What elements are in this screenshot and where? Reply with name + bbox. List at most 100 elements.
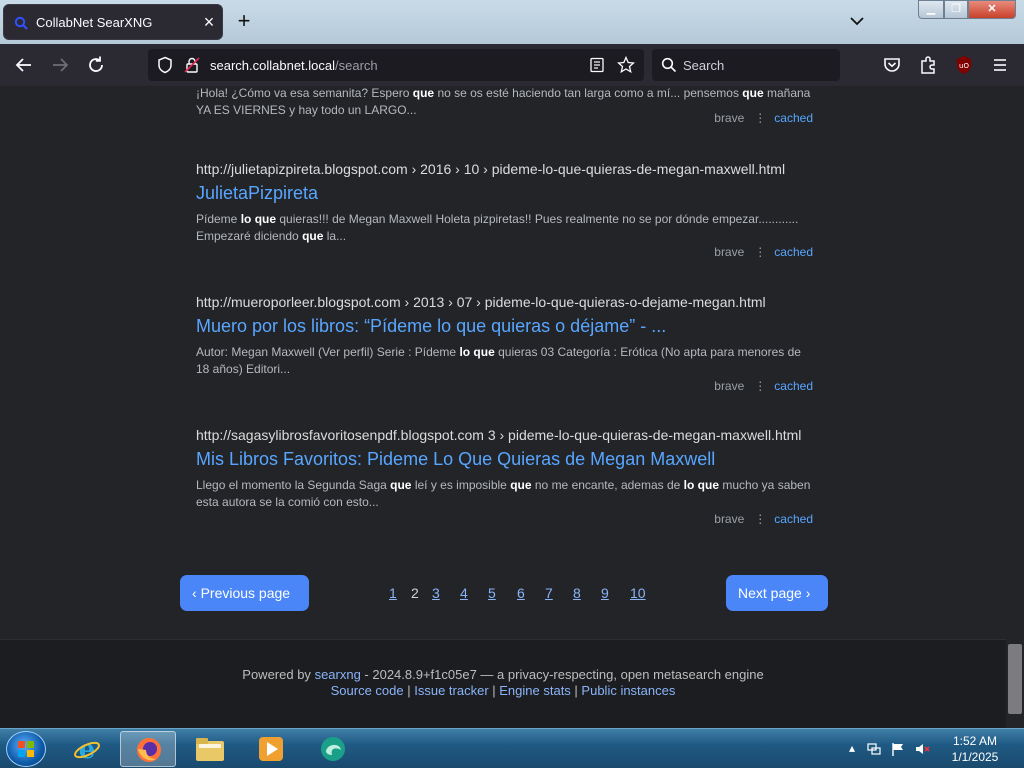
tab-title: CollabNet SearXNG bbox=[36, 15, 153, 30]
chevron-left-icon: ‹ bbox=[192, 585, 201, 601]
screen: CollabNet SearXNG × + ▁ ❐ ✕ search.colla… bbox=[0, 0, 1024, 768]
engine-stats-link[interactable]: Engine stats bbox=[499, 683, 571, 698]
address-bar[interactable]: search.collabnet.local/search bbox=[148, 49, 644, 81]
svg-text:e: e bbox=[79, 735, 96, 764]
page-scrollbar[interactable] bbox=[1006, 86, 1024, 728]
window-controls: ▁ ❐ ✕ bbox=[918, 0, 1018, 20]
issue-tracker-link[interactable]: Issue tracker bbox=[414, 683, 488, 698]
close-window-icon[interactable]: ✕ bbox=[968, 0, 1016, 19]
result-title-link[interactable]: Mis Libros Favoritos: Pideme Lo Que Quie… bbox=[196, 449, 816, 470]
more-icon[interactable]: ⋮ bbox=[754, 512, 766, 526]
search-bar[interactable]: Search bbox=[652, 49, 840, 81]
taskbar-file-explorer[interactable] bbox=[182, 731, 238, 767]
searxng-logo-icon bbox=[14, 16, 28, 30]
navigation-toolbar: search.collabnet.local/search Search uO bbox=[0, 44, 1024, 86]
url-text: search.collabnet.local/search bbox=[210, 58, 378, 73]
page-footer: Powered by searxng - 2024.8.9+f1c05e7 — … bbox=[0, 639, 1006, 728]
previous-page-button[interactable]: ‹ Previous page bbox=[180, 575, 309, 611]
page-link-8[interactable]: 8 bbox=[573, 585, 581, 601]
taskbar-app[interactable] bbox=[306, 731, 362, 767]
reader-view-icon[interactable] bbox=[589, 57, 605, 73]
extensions-icon[interactable] bbox=[916, 53, 940, 77]
search-result: ¡Hola! ¿Cómo va esa semanita? Espero que… bbox=[196, 86, 816, 125]
windows-taskbar: e ▴ 1:52 AM 1/1/2025 bbox=[0, 728, 1024, 768]
show-hidden-icons[interactable]: ▴ bbox=[844, 741, 860, 757]
ublock-origin-icon[interactable]: uO bbox=[952, 53, 976, 77]
cached-link[interactable]: cached bbox=[774, 111, 813, 125]
result-engine: brave bbox=[714, 512, 745, 526]
search-result: http://sagasylibrosfavoritosenpdf.blogsp… bbox=[196, 427, 816, 526]
result-url[interactable]: http://mueroporleer.blogspot.com › 2013 … bbox=[196, 294, 816, 310]
browser-tab[interactable]: CollabNet SearXNG × bbox=[3, 4, 223, 40]
result-snippet: Llego el momento la Segunda Saga que leí… bbox=[196, 478, 811, 509]
minimize-icon[interactable]: ▁ bbox=[918, 0, 944, 19]
shield-icon[interactable] bbox=[156, 56, 174, 74]
forward-icon[interactable] bbox=[48, 53, 72, 77]
result-snippet: Pídeme lo que quieras!!! de Megan Maxwel… bbox=[196, 212, 799, 243]
page-link-4[interactable]: 4 bbox=[460, 585, 468, 601]
pocket-icon[interactable] bbox=[880, 53, 904, 77]
page-link-1[interactable]: 1 bbox=[389, 585, 397, 601]
page-link-9[interactable]: 9 bbox=[601, 585, 609, 601]
reload-icon[interactable] bbox=[84, 53, 108, 77]
result-meta: brave ⋮ cached bbox=[714, 111, 813, 125]
footer-line-1: Powered by searxng - 2024.8.9+f1c05e7 — … bbox=[242, 667, 764, 682]
edge-style-icon bbox=[321, 737, 345, 761]
public-instances-link[interactable]: Public instances bbox=[581, 683, 675, 698]
result-engine: brave bbox=[714, 379, 745, 393]
tab-close-icon[interactable]: × bbox=[200, 12, 218, 32]
page-link-10[interactable]: 10 bbox=[630, 585, 646, 601]
search-result: http://julietapizpireta.blogspot.com › 2… bbox=[196, 161, 816, 259]
result-url[interactable]: http://sagasylibrosfavoritosenpdf.blogsp… bbox=[196, 427, 816, 443]
taskbar-firefox[interactable] bbox=[120, 731, 176, 767]
page-link-5[interactable]: 5 bbox=[488, 585, 496, 601]
result-title-link[interactable]: JulietaPizpireta bbox=[196, 183, 816, 204]
new-tab-icon[interactable]: + bbox=[234, 10, 254, 32]
menu-icon[interactable] bbox=[988, 53, 1012, 77]
result-engine: brave bbox=[714, 245, 745, 259]
result-meta: brave ⋮ cached bbox=[714, 379, 813, 393]
volume-muted-icon[interactable] bbox=[914, 741, 930, 757]
search-result: http://mueroporleer.blogspot.com › 2013 … bbox=[196, 294, 816, 393]
cached-link[interactable]: cached bbox=[774, 512, 813, 526]
pagination: ‹ Previous page 1 2 3 4 5 6 7 8 9 10 Nex… bbox=[0, 575, 1006, 611]
insecure-lock-icon[interactable] bbox=[183, 56, 201, 74]
page-link-7[interactable]: 7 bbox=[545, 585, 553, 601]
footer-links: Source code | Issue tracker | Engine sta… bbox=[330, 683, 676, 698]
source-code-link[interactable]: Source code bbox=[331, 683, 404, 698]
media-player-icon bbox=[259, 737, 283, 761]
cached-link[interactable]: cached bbox=[774, 379, 813, 393]
page-link-6[interactable]: 6 bbox=[517, 585, 525, 601]
taskbar-media-player[interactable] bbox=[244, 731, 300, 767]
result-url[interactable]: http://julietapizpireta.blogspot.com › 2… bbox=[196, 161, 816, 177]
firefox-icon bbox=[137, 738, 161, 762]
windows-logo-icon bbox=[18, 741, 34, 757]
page-link-3[interactable]: 3 bbox=[432, 585, 440, 601]
svg-text:uO: uO bbox=[959, 62, 969, 70]
taskbar-internet-explorer[interactable]: e bbox=[60, 731, 116, 767]
more-icon[interactable]: ⋮ bbox=[754, 111, 766, 125]
internet-explorer-icon: e bbox=[74, 735, 100, 764]
bookmark-star-icon[interactable] bbox=[617, 56, 635, 74]
result-meta: brave ⋮ cached bbox=[714, 245, 813, 259]
system-clock[interactable]: 1:52 AM 1/1/2025 bbox=[940, 733, 1010, 765]
next-page-button[interactable]: Next page › bbox=[726, 575, 828, 611]
maximize-icon[interactable]: ❐ bbox=[944, 0, 968, 19]
search-icon bbox=[661, 57, 677, 73]
action-center-flag-icon[interactable] bbox=[890, 741, 906, 757]
result-meta: brave ⋮ cached bbox=[714, 512, 813, 526]
list-all-tabs-icon[interactable] bbox=[848, 12, 866, 30]
network-icon[interactable] bbox=[866, 741, 882, 757]
searxng-link[interactable]: searxng bbox=[315, 667, 361, 682]
cached-link[interactable]: cached bbox=[774, 245, 813, 259]
page-current-2: 2 bbox=[411, 585, 419, 601]
start-button[interactable] bbox=[6, 731, 46, 767]
page-content: ¡Hola! ¿Cómo va esa semanita? Espero que… bbox=[0, 86, 1006, 728]
scrollbar-thumb[interactable] bbox=[1008, 644, 1022, 714]
more-icon[interactable]: ⋮ bbox=[754, 245, 766, 259]
chevron-right-icon: › bbox=[801, 585, 811, 601]
more-icon[interactable]: ⋮ bbox=[754, 379, 766, 393]
search-placeholder: Search bbox=[683, 58, 725, 73]
result-title-link[interactable]: Muero por los libros: “Pídeme lo que qui… bbox=[196, 316, 816, 337]
back-icon[interactable] bbox=[12, 53, 36, 77]
